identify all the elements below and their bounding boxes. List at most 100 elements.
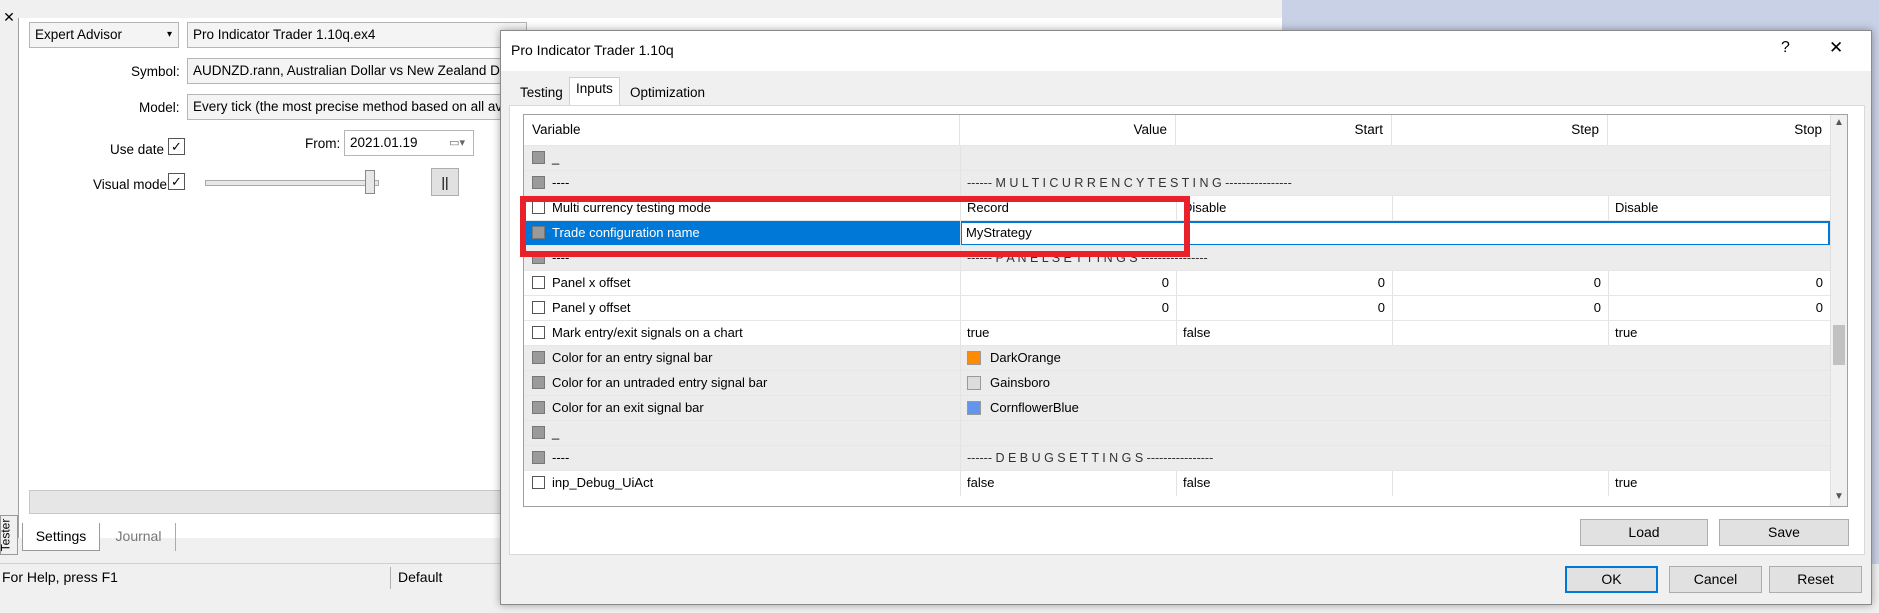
tab-inputs[interactable]: Inputs: [569, 77, 620, 105]
symbol-label: Symbol:: [131, 64, 180, 79]
stop-text: 0: [1815, 275, 1823, 290]
step-cell: [1392, 196, 1608, 221]
tester-side-tab[interactable]: Tester: [0, 515, 18, 555]
value-text: true: [967, 325, 990, 340]
optimize-checkbox[interactable]: [532, 476, 545, 489]
table-row[interactable]: ---- ------ D E B U G S E T T I N G S ---…: [524, 445, 1830, 471]
table-row[interactable]: Color for an exit signal bar CornflowerBl…: [524, 395, 1830, 421]
table-row[interactable]: Color for an untraded entry signal bar Ga…: [524, 370, 1830, 396]
reset-button[interactable]: Reset: [1769, 566, 1862, 593]
value-cell[interactable]: Gainsboro: [960, 371, 1176, 396]
color-swatch-icon[interactable]: [967, 401, 981, 415]
table-row[interactable]: Color for an entry signal bar DarkOrange: [524, 345, 1830, 371]
optimize-checkbox[interactable]: [532, 451, 545, 464]
value-cell[interactable]: true: [960, 321, 1176, 346]
value-cell[interactable]: 0: [960, 296, 1176, 321]
optimize-checkbox[interactable]: [532, 301, 545, 314]
close-icon[interactable]: ✕: [1829, 38, 1843, 58]
value-text: 0: [1161, 300, 1169, 315]
optimize-checkbox[interactable]: [532, 151, 545, 164]
value-text: Gainsboro: [990, 375, 1050, 390]
step-cell: [1392, 371, 1608, 396]
column-header-value[interactable]: Value: [960, 115, 1176, 145]
scroll-down-icon[interactable]: ▼: [1834, 491, 1844, 502]
cancel-button[interactable]: Cancel: [1669, 566, 1762, 593]
table-row[interactable]: _: [524, 145, 1830, 171]
value-cell[interactable]: false: [960, 471, 1176, 496]
optimize-checkbox[interactable]: [532, 276, 545, 289]
optimize-checkbox[interactable]: [532, 376, 545, 389]
speed-slider-thumb[interactable]: [365, 170, 375, 194]
variable-name-cell[interactable]: Color for an entry signal bar: [524, 346, 960, 371]
save-button[interactable]: Save: [1719, 519, 1849, 546]
grid-line: [1608, 321, 1609, 346]
table-row[interactable]: inp_Debug_UiAct false false true: [524, 470, 1830, 496]
expert-select[interactable]: Pro Indicator Trader 1.10q.ex4: [187, 22, 527, 48]
progress-bar: [29, 490, 509, 514]
speed-slider-track[interactable]: [205, 180, 379, 186]
variable-name-cell[interactable]: ----: [524, 446, 960, 471]
column-header-start[interactable]: Start: [1176, 115, 1392, 145]
visual-mode-checkbox[interactable]: ✓: [168, 173, 185, 190]
variable-name-cell[interactable]: Color for an exit signal bar: [524, 396, 960, 421]
variable-name-cell[interactable]: Panel y offset: [524, 296, 960, 321]
step-cell: [1392, 146, 1608, 171]
tab-settings[interactable]: Settings: [22, 523, 100, 551]
variable-name-cell[interactable]: Color for an untraded entry signal bar: [524, 371, 960, 396]
program-type-select[interactable]: Expert Advisor ▾: [29, 22, 179, 48]
help-icon[interactable]: ?: [1781, 39, 1790, 57]
grid-line: [960, 271, 961, 296]
variable-name-cell[interactable]: _: [524, 421, 960, 446]
grid-line: [960, 396, 961, 421]
load-button[interactable]: Load: [1580, 519, 1708, 546]
value-cell[interactable]: DarkOrange: [960, 346, 1176, 371]
use-date-checkbox[interactable]: ✓: [168, 138, 185, 155]
scroll-up-icon[interactable]: ▲: [1834, 117, 1844, 128]
variable-name-cell[interactable]: ----: [524, 171, 960, 196]
from-date-picker[interactable]: 2021.01.19 ▭▾: [344, 130, 474, 156]
tab-journal[interactable]: Journal: [102, 523, 176, 551]
scrollbar-thumb[interactable]: [1833, 325, 1845, 365]
optimize-checkbox[interactable]: [532, 176, 545, 189]
table-row[interactable]: Mark entry/exit signals on a chart true fa…: [524, 320, 1830, 346]
grid-line: [960, 146, 961, 171]
symbol-select[interactable]: AUDNZD.rann, Australian Dollar vs New Ze…: [187, 58, 527, 84]
optimize-checkbox[interactable]: [532, 401, 545, 414]
table-row[interactable]: Panel x offset 0 0 0 0: [524, 270, 1830, 296]
step-cell: 0: [1392, 296, 1608, 321]
start-cell: [1176, 421, 1392, 446]
color-swatch-icon[interactable]: [967, 351, 981, 365]
variable-name-cell[interactable]: _: [524, 146, 960, 171]
grid-line: [1392, 296, 1393, 321]
value-text: CornflowerBlue: [990, 400, 1079, 415]
value-cell[interactable]: CornflowerBlue: [960, 396, 1176, 421]
pause-button[interactable]: ||: [431, 168, 459, 196]
value-cell[interactable]: 0: [960, 271, 1176, 296]
column-header-stop[interactable]: Stop: [1608, 115, 1830, 145]
column-header-variable[interactable]: Variable: [524, 115, 960, 145]
stop-cell: true: [1608, 471, 1830, 496]
variable-name-cell[interactable]: Mark entry/exit signals on a chart: [524, 321, 960, 346]
stop-cell: [1608, 346, 1830, 371]
stop-cell: [1608, 396, 1830, 421]
grid-line: [1392, 196, 1393, 221]
optimize-checkbox[interactable]: [532, 351, 545, 364]
optimize-checkbox[interactable]: [532, 426, 545, 439]
step-cell: [1392, 446, 1608, 471]
tester-close-icon[interactable]: ✕: [0, 8, 18, 28]
step-cell: [1392, 346, 1608, 371]
stop-cell: [1608, 246, 1830, 271]
model-select[interactable]: Every tick (the most precise method base…: [187, 94, 527, 120]
column-header-step[interactable]: Step: [1392, 115, 1608, 145]
color-swatch-icon[interactable]: [967, 376, 981, 390]
tab-testing[interactable]: Testing: [513, 81, 570, 105]
optimize-checkbox[interactable]: [532, 326, 545, 339]
tab-optimization[interactable]: Optimization: [623, 81, 712, 105]
variable-name-cell[interactable]: Panel x offset: [524, 271, 960, 296]
ok-button[interactable]: OK: [1565, 566, 1658, 593]
table-row[interactable]: ---- ------ M U L T I C U R R E N C Y T E…: [524, 170, 1830, 196]
table-row[interactable]: Panel y offset 0 0 0 0: [524, 295, 1830, 321]
variable-name-cell[interactable]: inp_Debug_UiAct: [524, 471, 960, 496]
table-row[interactable]: _: [524, 420, 1830, 446]
vertical-scrollbar[interactable]: ▲ ▼: [1830, 115, 1847, 506]
